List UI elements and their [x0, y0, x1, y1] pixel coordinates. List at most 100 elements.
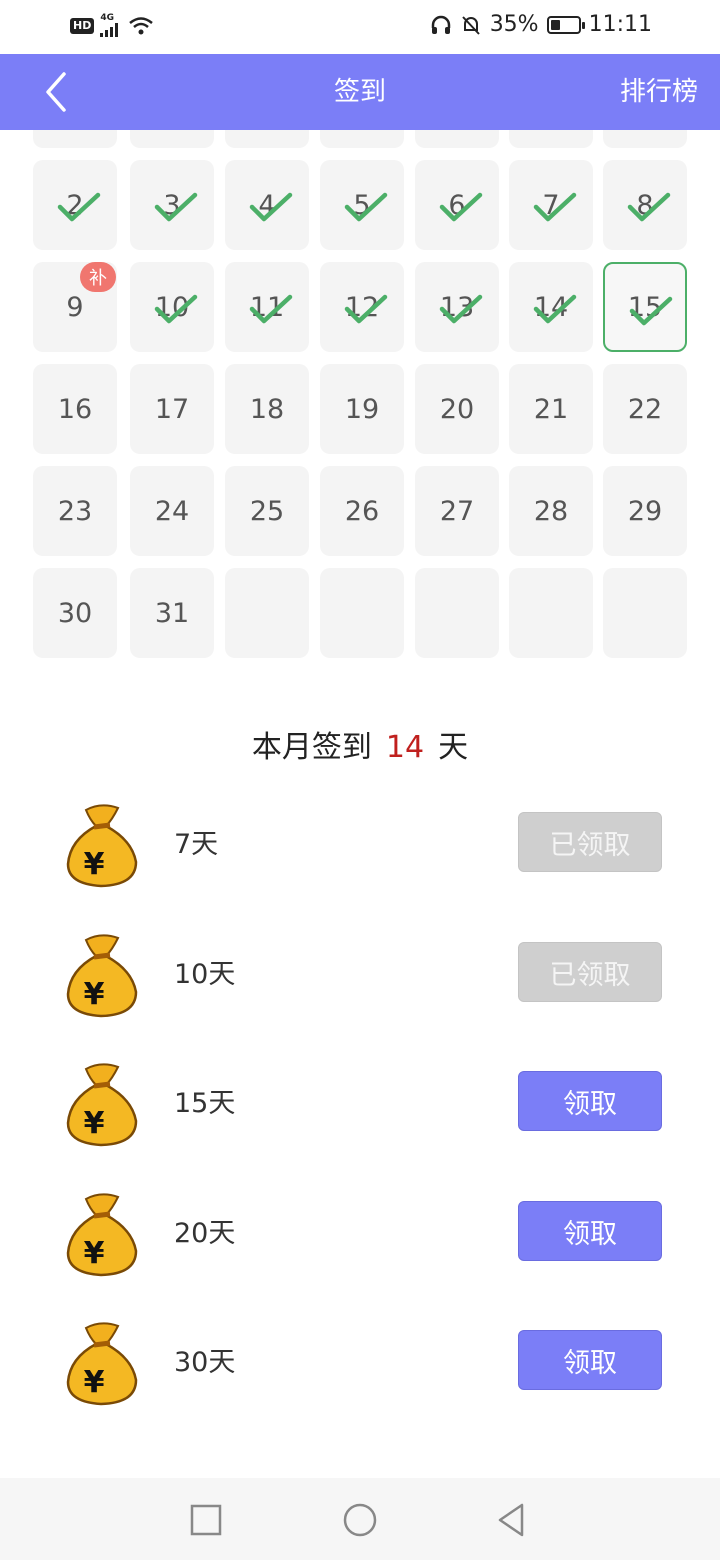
- signal-icon: 4G: [100, 14, 122, 37]
- day-number: 21: [533, 393, 569, 425]
- day-number: 9: [66, 291, 84, 323]
- calendar-day-8[interactable]: 8: [603, 160, 687, 250]
- calendar-day-29[interactable]: 29: [603, 466, 687, 556]
- claim-button[interactable]: 领取: [518, 1071, 662, 1131]
- day-number: 24: [154, 495, 190, 527]
- calendar-cell-prev-row: [320, 130, 404, 148]
- calendar-cell-prev-row: [33, 130, 117, 148]
- checkin-calendar: 2 3 4 5 6 7 8 9 补 10 11 12 13 14 15 16 17 18 19 20 21 22 23 24 2…: [33, 130, 693, 670]
- home-button[interactable]: [340, 1500, 380, 1540]
- calendar-day-16[interactable]: 16: [33, 364, 117, 454]
- svg-text:¥: ¥: [84, 1365, 105, 1400]
- ranking-button[interactable]: 排行榜: [620, 54, 698, 130]
- calendar-day-12[interactable]: 12: [320, 262, 404, 352]
- reward-days-label: 15天: [174, 1088, 236, 1119]
- day-number: 31: [154, 597, 190, 629]
- triangle-back-icon: [498, 1503, 524, 1537]
- checkmark-icon: [344, 192, 388, 222]
- calendar-day-21[interactable]: 21: [509, 364, 593, 454]
- system-nav-bar: [0, 1478, 720, 1560]
- money-bag-icon: ¥: [66, 804, 138, 888]
- calendar-cell-prev-row: [415, 130, 499, 148]
- calendar-day-20[interactable]: 20: [415, 364, 499, 454]
- day-number: 30: [57, 597, 93, 629]
- checkmark-icon: [154, 192, 198, 222]
- reward-row: ¥10天 已领取: [0, 930, 720, 1040]
- calendar-day-30[interactable]: 30: [33, 568, 117, 658]
- calendar-day-2[interactable]: 2: [33, 160, 117, 250]
- battery-level: [550, 19, 560, 30]
- checkmark-icon: [57, 192, 101, 222]
- wifi-icon: [129, 16, 154, 34]
- checkmark-icon: [627, 192, 671, 222]
- calendar-day-22[interactable]: 22: [603, 364, 687, 454]
- money-bag-icon: ¥: [66, 934, 138, 1018]
- checkmark-icon: [439, 192, 483, 222]
- reward-days-label: 20天: [174, 1218, 236, 1249]
- reward-days-label: 30天: [174, 1347, 236, 1378]
- checkin-count: 14: [385, 730, 425, 765]
- square-icon: [190, 1504, 222, 1536]
- calendar-day-23[interactable]: 23: [33, 466, 117, 556]
- calendar-day-19[interactable]: 19: [320, 364, 404, 454]
- clock: 11:11: [588, 12, 652, 37]
- calendar-day-26[interactable]: 26: [320, 466, 404, 556]
- calendar-day-31[interactable]: 31: [130, 568, 214, 658]
- calendar-day-28[interactable]: 28: [509, 466, 593, 556]
- calendar-day-11[interactable]: 11: [225, 262, 309, 352]
- calendar-day-17[interactable]: 17: [130, 364, 214, 454]
- circle-icon: [343, 1503, 377, 1537]
- calendar-cell-prev-row: [225, 130, 309, 148]
- calendar-day-9[interactable]: 9补: [33, 262, 117, 352]
- checkmark-icon: [439, 294, 483, 324]
- headphones-icon: [431, 15, 450, 34]
- makeup-badge[interactable]: 补: [80, 262, 116, 292]
- svg-text:¥: ¥: [84, 1236, 105, 1271]
- calendar-day-27[interactable]: 27: [415, 466, 499, 556]
- calendar-day-18[interactable]: 18: [225, 364, 309, 454]
- calendar-day-3[interactable]: 3: [130, 160, 214, 250]
- claim-button[interactable]: 领取: [518, 1201, 662, 1261]
- money-bag-icon: ¥: [66, 1322, 138, 1406]
- calendar-day-empty: [225, 568, 309, 658]
- svg-text:¥: ¥: [84, 1106, 105, 1141]
- calendar-day-24[interactable]: 24: [130, 466, 214, 556]
- recents-button[interactable]: [186, 1500, 226, 1540]
- monthly-checkin-summary: 本月签到 14 天: [0, 722, 720, 766]
- day-number: 28: [533, 495, 569, 527]
- claimed-button: 已领取: [518, 812, 662, 872]
- svg-text:¥: ¥: [84, 977, 105, 1012]
- calendar-day-10[interactable]: 10: [130, 262, 214, 352]
- claimed-button: 已领取: [518, 942, 662, 1002]
- calendar-day-5[interactable]: 5: [320, 160, 404, 250]
- calendar-day-7[interactable]: 7: [509, 160, 593, 250]
- title-bar: 签到 排行榜: [0, 54, 720, 130]
- money-bag-icon: ¥: [66, 1193, 138, 1277]
- reward-row: ¥30天 领取: [0, 1318, 720, 1428]
- nav-back-button[interactable]: [492, 1500, 532, 1540]
- reward-days-label: 7天: [174, 829, 219, 860]
- reward-row: ¥20天 领取: [0, 1189, 720, 1299]
- calendar-day-25[interactable]: 25: [225, 466, 309, 556]
- calendar-day-14[interactable]: 14: [509, 262, 593, 352]
- checkmark-icon: [629, 296, 673, 326]
- reward-row: ¥15天 领取: [0, 1059, 720, 1169]
- calendar-day-empty: [320, 568, 404, 658]
- calendar-day-6[interactable]: 6: [415, 160, 499, 250]
- network-gen-label: 4G: [100, 13, 114, 23]
- calendar-day-13[interactable]: 13: [415, 262, 499, 352]
- checkmark-icon: [344, 294, 388, 324]
- day-number: 20: [439, 393, 475, 425]
- day-number: 17: [154, 393, 190, 425]
- calendar-day-4[interactable]: 4: [225, 160, 309, 250]
- reward-row: ¥7天 已领取: [0, 800, 720, 910]
- checkmark-icon: [533, 294, 577, 324]
- summary-suffix: 天: [438, 730, 469, 765]
- reward-days-label: 10天: [174, 959, 236, 990]
- battery-icon: [546, 15, 585, 34]
- summary-prefix: 本月签到: [251, 730, 372, 765]
- checkmark-icon: [249, 192, 293, 222]
- calendar-day-15[interactable]: 15: [603, 262, 687, 352]
- claim-button[interactable]: 领取: [518, 1330, 662, 1390]
- day-number: 16: [57, 393, 93, 425]
